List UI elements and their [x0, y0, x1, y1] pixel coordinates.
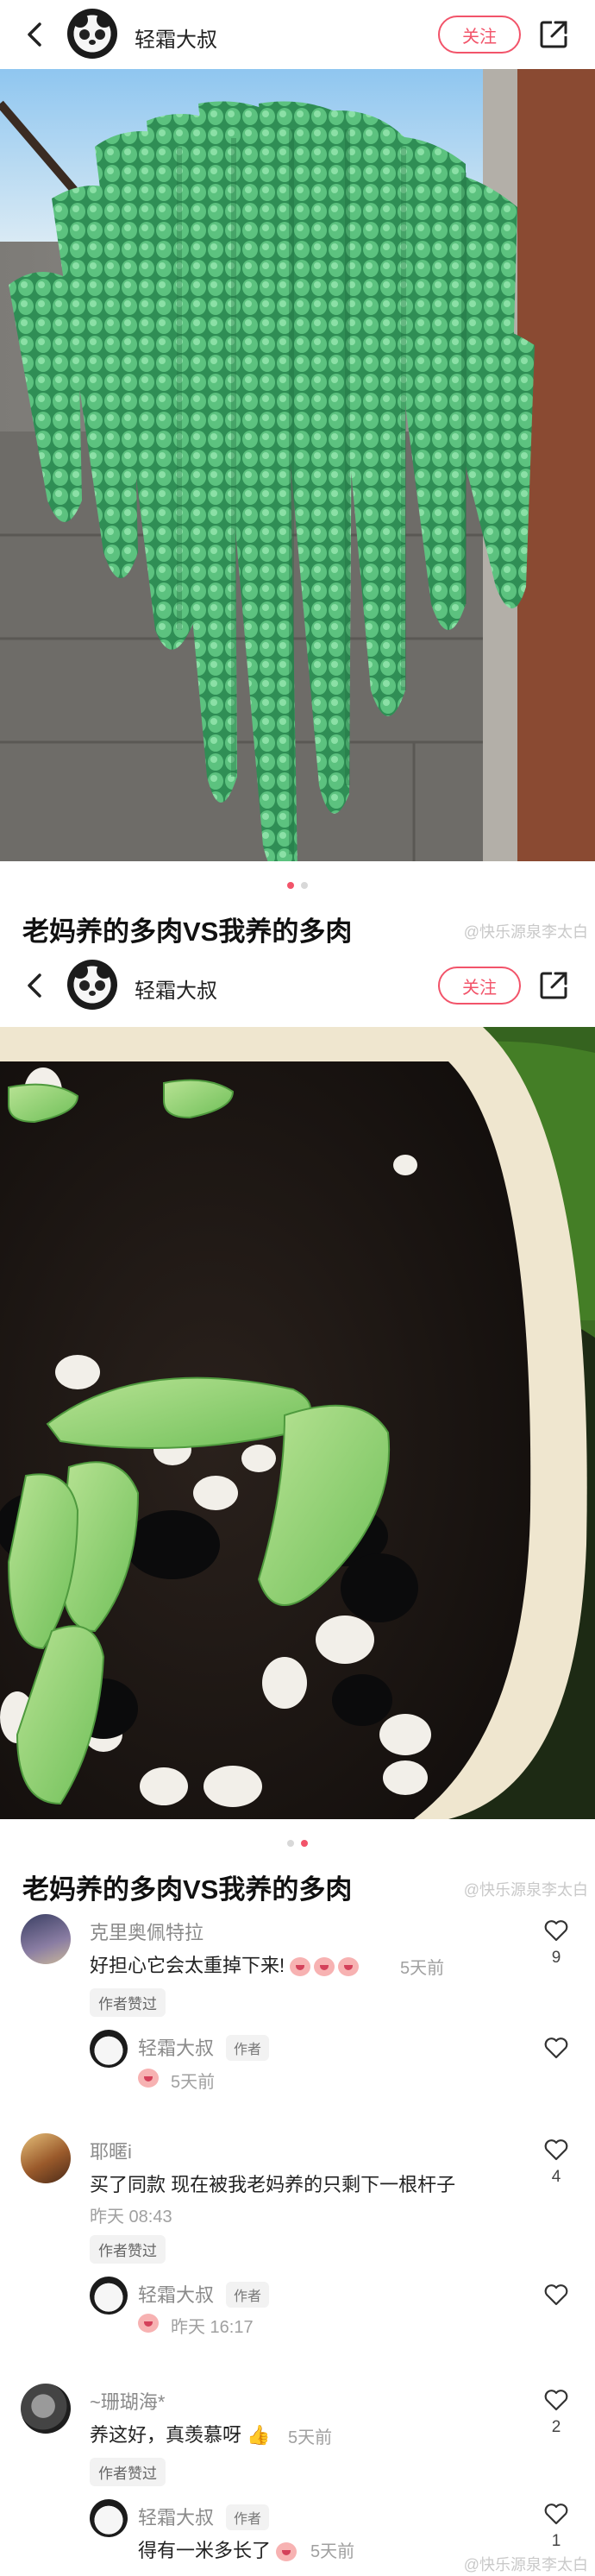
reply-time: 昨天 16:17 [171, 2318, 254, 2337]
share-icon[interactable] [536, 17, 571, 52]
comment-text: 买了同款 现在被我老妈养的只剩下一根杆子 [90, 2174, 456, 2195]
blush-emoji-icon [276, 2542, 298, 2562]
like-heart-icon[interactable] [543, 2035, 569, 2061]
commenter-name[interactable]: 克里奥佩特拉 [90, 1918, 204, 1945]
reply-body: 得有一米多长了 [138, 2540, 272, 2561]
carousel-indicator [0, 1840, 595, 1847]
author-liked-badge: 作者赞过 [90, 2235, 166, 2264]
comment-text: 好担心它会太重掉下来! [90, 1950, 362, 1978]
commenter-avatar[interactable] [21, 2384, 71, 2434]
like-heart-icon[interactable] [543, 2282, 569, 2308]
commenter-name[interactable]: 耶暱i [90, 2137, 132, 2164]
reply-text [138, 2066, 162, 2088]
reply-text [138, 2311, 162, 2334]
author-avatar[interactable] [67, 9, 117, 59]
reply-time: 5天前 [310, 2542, 355, 2561]
reply-author-avatar[interactable] [90, 2499, 128, 2537]
author-tag: 作者 [226, 2035, 270, 2061]
carousel-dot-1[interactable] [287, 1840, 294, 1847]
post-title: 老妈养的多肉VS我养的多肉 [22, 1874, 353, 1905]
reply-author-avatar[interactable] [90, 2030, 128, 2068]
watermark: @快乐源泉李太白 [463, 1881, 588, 1899]
like-heart-icon[interactable] [543, 2501, 569, 2527]
comment-item: ~珊瑚海* 养这好，真羡慕呀 👍 5天前 作者赞过 2 轻霜大叔 作者 得有一米… [0, 2382, 595, 2572]
blush-emoji-icon [138, 2069, 159, 2088]
blush-emoji-icon [338, 1957, 360, 1977]
author-name[interactable]: 轻霜大叔 [135, 973, 217, 1004]
author-tag: 作者 [226, 2504, 270, 2530]
comment-time: 昨天 08:43 [90, 2208, 172, 2226]
comment-text: 养这好，真羡慕呀 👍 [90, 2420, 271, 2447]
like-count: 1 [551, 2532, 561, 2550]
reply-author-name[interactable]: 轻霜大叔 [138, 2503, 214, 2530]
reply-author-name[interactable]: 轻霜大叔 [138, 2280, 214, 2308]
post-header: 轻霜大叔 关注 [0, 951, 595, 1020]
blush-emoji-icon [138, 2314, 159, 2334]
blush-emoji-icon [290, 1957, 311, 1977]
like-count: 9 [551, 1949, 561, 1967]
follow-button[interactable]: 关注 [438, 16, 521, 54]
succulent-pot-photo [0, 1027, 595, 1819]
watermark: @快乐源泉李太白 [463, 923, 588, 941]
comment-body: 好担心它会太重掉下来! [90, 1955, 285, 1976]
reply-time: 5天前 [171, 2073, 216, 2092]
comment-item: 克里奥佩特拉 好担心它会太重掉下来! 5天前 作者赞过 9 轻霜大叔 作者 5天… [0, 1912, 595, 2102]
succulent-hanging-photo [0, 69, 595, 861]
like-count: 2 [551, 2418, 561, 2436]
like-heart-icon[interactable] [543, 2137, 569, 2163]
comment-time: 5天前 [400, 1959, 445, 1978]
reply-text: 得有一米多长了 [138, 2535, 300, 2563]
commenter-avatar[interactable] [21, 1914, 71, 1964]
comment-time: 5天前 [288, 2428, 333, 2447]
author-liked-badge: 作者赞过 [90, 2458, 166, 2486]
post-title: 老妈养的多肉VS我养的多肉 [22, 916, 353, 947]
commenter-avatar[interactable] [21, 2133, 71, 2183]
author-tag: 作者 [226, 2282, 270, 2308]
carousel-dot-1[interactable] [287, 882, 294, 889]
follow-button[interactable]: 关注 [438, 967, 521, 1005]
like-heart-icon[interactable] [543, 2387, 569, 2413]
carousel-indicator [0, 882, 595, 889]
post-header: 轻霜大叔 关注 [0, 0, 595, 69]
comment-item: 耶暱i 买了同款 现在被我老妈养的只剩下一根杆子 昨天 08:43 作者赞过 4… [0, 2132, 595, 2337]
author-avatar[interactable] [67, 960, 117, 1010]
blush-emoji-icon [314, 1957, 335, 1977]
watermark: @快乐源泉李太白 [463, 2556, 588, 2573]
reply-author-name[interactable]: 轻霜大叔 [138, 2033, 214, 2061]
commenter-name[interactable]: ~珊瑚海* [90, 2387, 165, 2415]
author-liked-badge: 作者赞过 [90, 1988, 166, 2017]
comment-body: 养这好，真羡慕呀 [90, 2424, 242, 2446]
carousel-dot-2[interactable] [301, 882, 308, 889]
thumbs-up-icon: 👍 [247, 2424, 271, 2446]
reply-author-avatar[interactable] [90, 2277, 128, 2315]
author-name[interactable]: 轻霜大叔 [135, 22, 217, 53]
back-arrow-icon[interactable] [21, 970, 52, 1001]
like-heart-icon[interactable] [543, 1918, 569, 1943]
back-arrow-icon[interactable] [21, 19, 52, 50]
like-count: 4 [551, 2168, 561, 2186]
carousel-dot-2[interactable] [301, 1840, 308, 1847]
share-icon[interactable] [536, 968, 571, 1003]
